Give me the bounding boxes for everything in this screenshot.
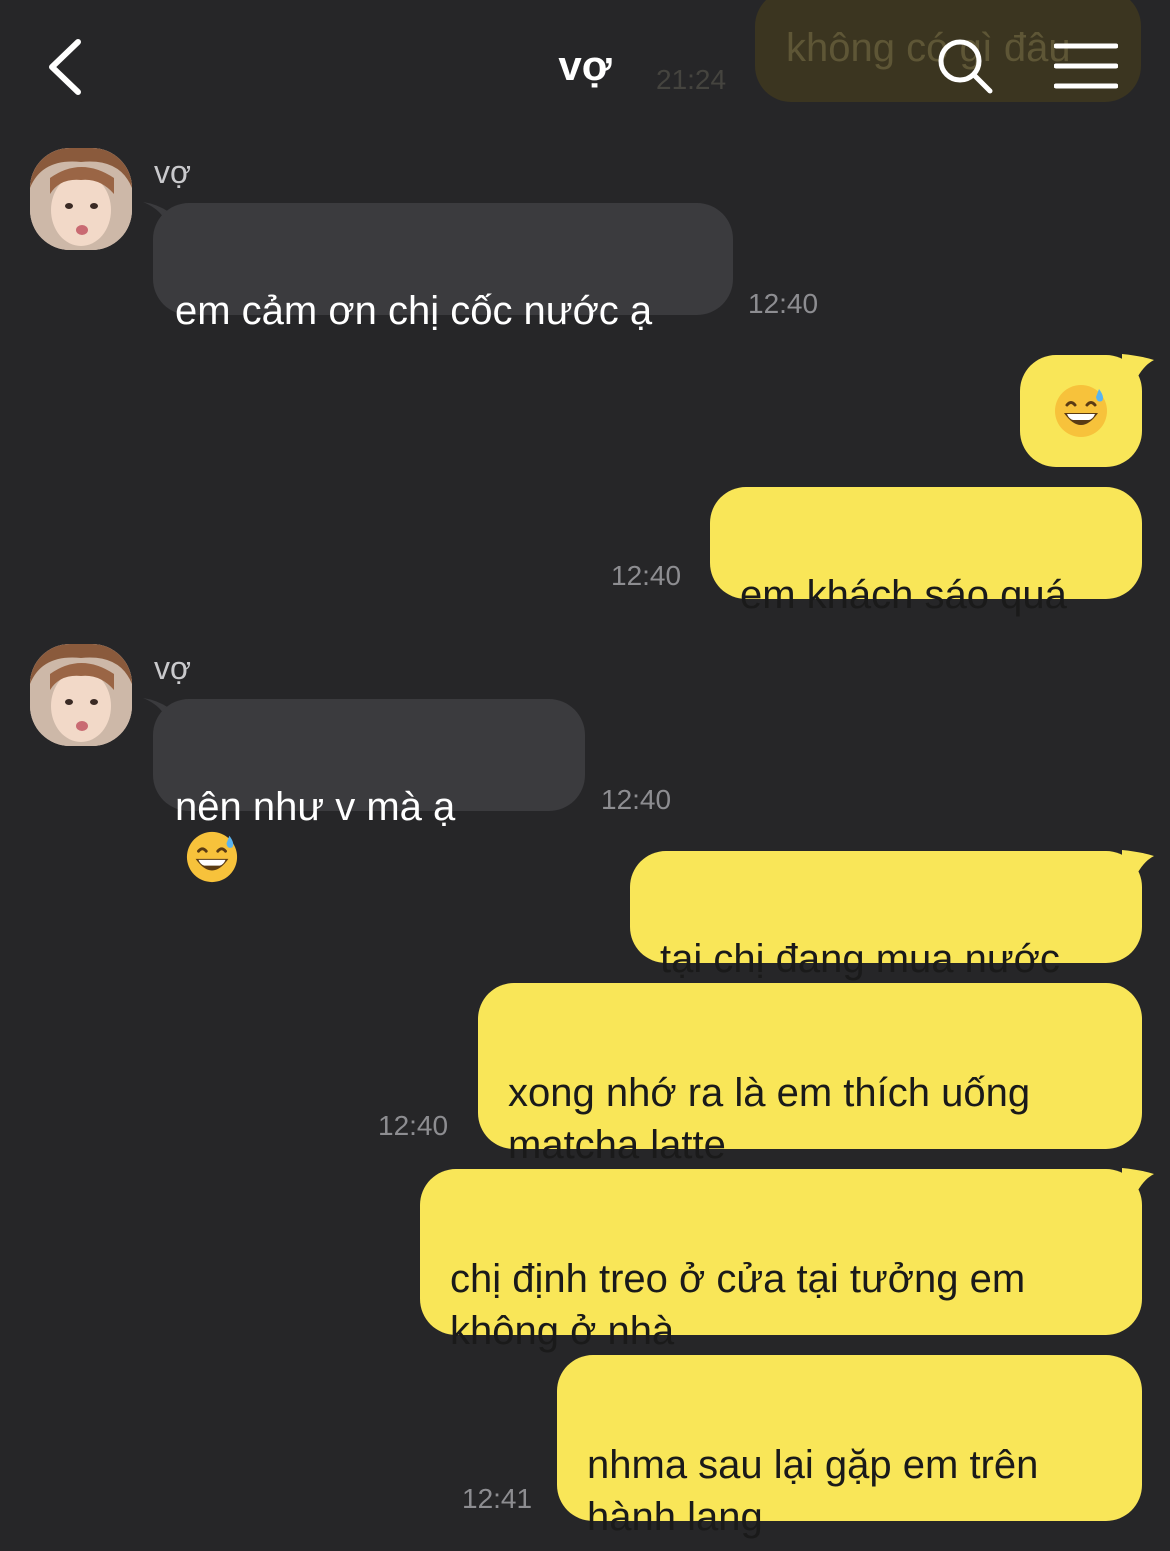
message-bubble-incoming[interactable]: em cảm ơn chị cốc nước ạ <box>153 203 733 333</box>
chat-screen: không có gì đâu 21:24 vợ vợ em cảm ơn ch… <box>0 0 1170 1551</box>
message-time: 12:41 <box>462 1483 533 1514</box>
bubble-tail <box>1122 354 1154 384</box>
message-bubble-outgoing[interactable]: chị định treo ở cửa tại tưởng em không ở… <box>420 1169 1142 1353</box>
sender-name: vợ <box>154 154 191 190</box>
bubble-tail <box>1122 1168 1154 1198</box>
avatar[interactable] <box>30 148 132 250</box>
message-time: 12:40 <box>748 288 819 319</box>
bubble-tail <box>1122 850 1154 880</box>
message-text: tại chị đang mua nước <box>660 937 1060 981</box>
message-time: 12:40 <box>601 784 672 815</box>
message-text: nhma sau lại gặp em trên hành lang <box>587 1443 1039 1539</box>
grinning-face-with-sweat-icon <box>1055 385 1107 437</box>
message-bubble-outgoing[interactable]: nhma sau lại gặp em trên hành lang <box>557 1355 1142 1539</box>
message-text: chị định treo ở cửa tại tưởng em không ở… <box>450 1257 1026 1353</box>
message-bubble-outgoing[interactable]: xong nhớ ra là em thích uống matcha latt… <box>478 983 1142 1167</box>
message-text: nên như v mà ạ <box>175 785 456 829</box>
message-text: xong nhớ ra là em thích uống matcha latt… <box>508 1071 1031 1167</box>
message-time: 12:40 <box>611 560 682 591</box>
message-bubble-incoming[interactable]: nên như v mà ạ <box>153 699 585 883</box>
chat-header: vợ <box>0 0 1170 130</box>
message-time: 12:40 <box>378 1110 449 1141</box>
message-text: em khách sáo quá <box>740 573 1067 617</box>
menu-icon[interactable] <box>1054 42 1118 90</box>
avatar[interactable] <box>30 644 132 746</box>
sender-name: vợ <box>154 650 191 686</box>
message-bubble-outgoing[interactable]: tại chị đang mua nước <box>630 851 1142 981</box>
grinning-face-with-sweat-icon <box>186 832 238 883</box>
message-text: em cảm ơn chị cốc nước ạ <box>175 289 653 333</box>
search-icon[interactable] <box>935 36 995 96</box>
message-bubble-outgoing[interactable]: em khách sáo quá <box>710 487 1142 617</box>
